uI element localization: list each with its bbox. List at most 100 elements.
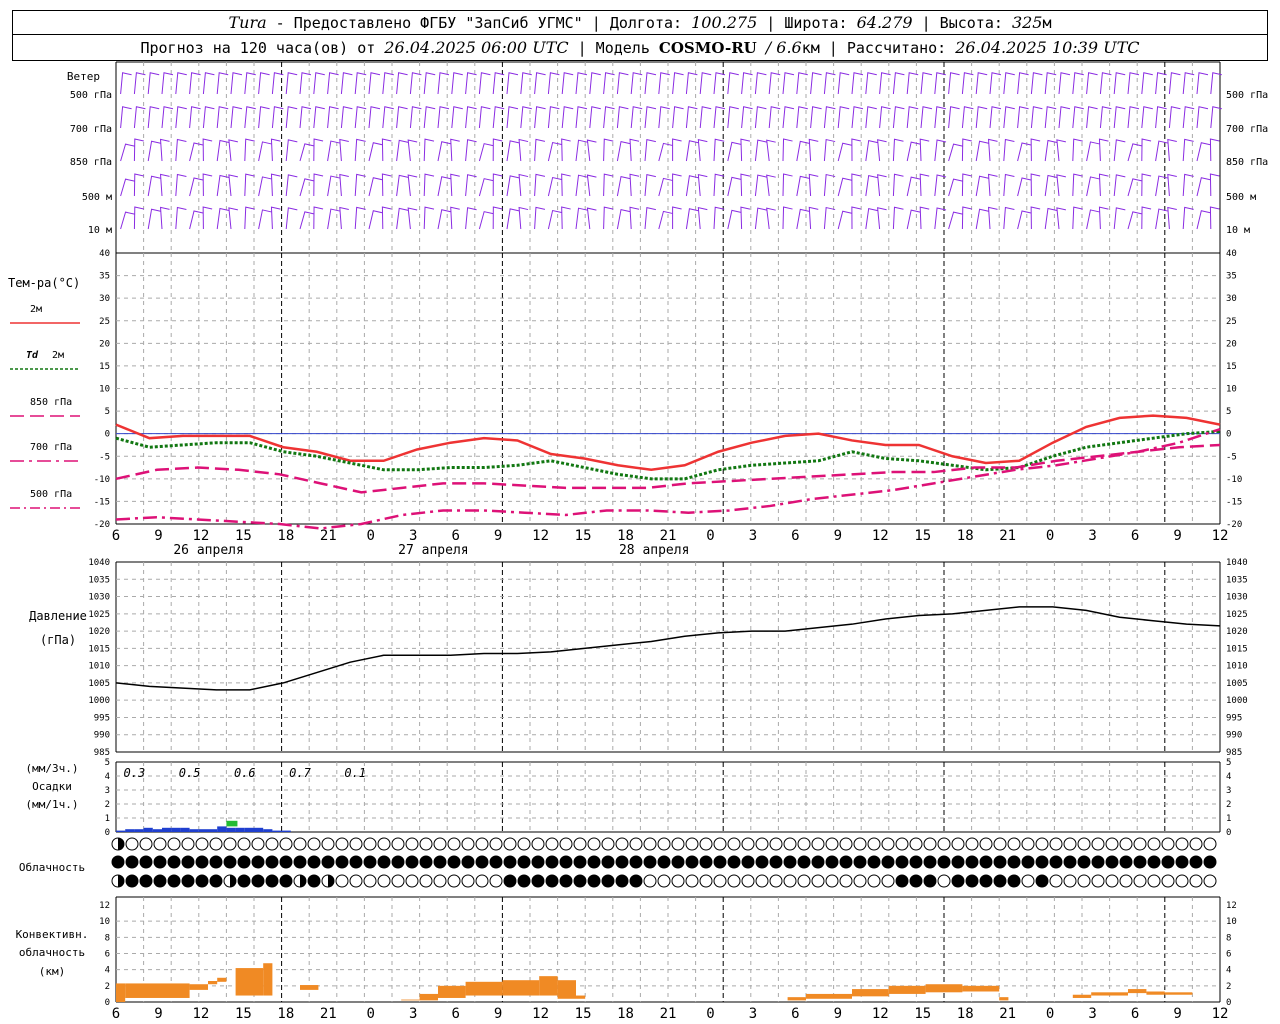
cloud-symbol — [181, 837, 195, 851]
wind-barb — [1098, 138, 1109, 162]
cloud-symbol — [965, 874, 979, 888]
cloud-symbol — [517, 874, 531, 888]
wind-barb — [892, 72, 905, 95]
wind-barb — [1003, 206, 1015, 230]
cloud-symbol — [1203, 874, 1217, 888]
conv-hour-label: 3 — [749, 1006, 757, 1022]
precip-bar — [254, 827, 264, 832]
cloud-symbol — [797, 855, 811, 869]
conv-y-tick-label: 6 — [105, 950, 110, 960]
conv-hour-label: 0 — [1046, 1006, 1054, 1022]
wind-barb — [837, 177, 852, 197]
conv-hour-label: 18 — [957, 1006, 974, 1022]
wind-barb — [547, 176, 562, 197]
temp-hour-label: 15 — [235, 528, 252, 544]
cloud-symbol — [335, 874, 349, 888]
wind-barb — [754, 72, 767, 95]
cloud-symbol — [1189, 874, 1203, 888]
cloud-symbol — [1133, 874, 1147, 888]
wind-barb — [465, 106, 477, 129]
wind-barb — [754, 139, 767, 162]
wind-barb — [713, 106, 726, 129]
conv-y-tick-label-right: 12 — [1226, 901, 1237, 911]
wind-barb — [147, 140, 161, 162]
cloud-symbol — [1091, 874, 1105, 888]
conv-cloud-bar — [576, 995, 586, 999]
wind-barb — [1099, 106, 1112, 129]
temp-hour-label: 0 — [367, 528, 375, 544]
conv-cloud-bar — [401, 999, 420, 1001]
cloud-symbol — [839, 837, 853, 851]
conv-hour-label: 18 — [277, 1006, 294, 1022]
precip-total: 0.5 — [179, 766, 201, 780]
press-y-tick-label: 985 — [94, 748, 110, 758]
wind-barb — [299, 143, 314, 162]
temp-y-tick-label-right: -20 — [1226, 520, 1242, 530]
wind-barb — [851, 138, 861, 162]
cloud-symbol — [713, 837, 727, 851]
cloud-symbol — [1105, 874, 1119, 888]
wind-barb — [313, 138, 324, 162]
wind-barb — [1044, 139, 1058, 162]
wind-barb — [216, 207, 230, 230]
wind-barb — [796, 140, 810, 162]
wind-barb — [547, 141, 562, 162]
wind-barb — [437, 209, 451, 230]
cloud-symbol — [993, 874, 1007, 888]
wind-barb — [506, 106, 519, 129]
wind-barb — [616, 106, 629, 129]
wind-barb — [713, 173, 725, 197]
wind-barb — [1058, 106, 1071, 129]
wind-barb — [407, 207, 418, 230]
wind-barb — [1072, 173, 1083, 197]
wind-barb — [727, 209, 741, 230]
press-y-tick-label-right: 1025 — [1226, 610, 1248, 620]
wind-barb — [450, 206, 460, 230]
temp-hour-label: 3 — [749, 528, 757, 544]
wind-barb — [754, 207, 767, 230]
press-y-tick-label-right: 1030 — [1226, 593, 1248, 603]
wind-barb — [782, 206, 793, 230]
wind-barb — [1127, 178, 1142, 197]
cloud-symbol — [867, 874, 881, 888]
cloud-symbol — [139, 837, 153, 851]
wind-barb — [603, 173, 614, 197]
cloud-symbol — [895, 837, 909, 851]
cloud-symbol — [601, 855, 615, 869]
precip-y-tick-label-right: 1 — [1226, 814, 1231, 824]
wind-barb — [175, 106, 187, 129]
temp-hour-label: 9 — [154, 528, 162, 544]
wind-barb — [713, 138, 725, 162]
wind-barb — [492, 173, 503, 197]
wind-barb — [1056, 139, 1066, 162]
wind-barb — [919, 173, 930, 197]
wind-barb — [589, 106, 601, 129]
wind-barb — [808, 173, 819, 197]
cloud-symbol — [923, 874, 937, 888]
wind-barb — [603, 106, 615, 129]
cloud-symbol — [909, 874, 923, 888]
precip-bar — [244, 827, 254, 832]
cloud-symbol — [489, 837, 503, 851]
wind-barb — [147, 72, 160, 95]
wind-barb — [1127, 106, 1140, 129]
conv-hour-label: 0 — [706, 1006, 714, 1022]
wind-barb — [159, 206, 170, 230]
wind-barb — [561, 72, 574, 95]
wind-barb — [644, 106, 657, 129]
wind-barb — [313, 173, 324, 197]
cloud-symbol — [1007, 837, 1021, 851]
wind-level-label: 10 м — [88, 225, 112, 236]
cloud-symbol — [615, 855, 629, 869]
cloud-symbol — [811, 855, 825, 869]
wind-barb — [327, 72, 339, 95]
cloud-symbol — [167, 855, 181, 869]
cloud-symbol — [881, 837, 895, 851]
wind-barb — [766, 207, 776, 230]
cloud-symbol — [881, 855, 895, 869]
wind-barb — [382, 106, 394, 129]
wind-barb — [727, 176, 741, 197]
cloud-symbol — [951, 855, 965, 869]
wind-level-label-right: 500 м — [1226, 192, 1256, 203]
wind-level-label-right: 700 гПа — [1226, 124, 1268, 135]
